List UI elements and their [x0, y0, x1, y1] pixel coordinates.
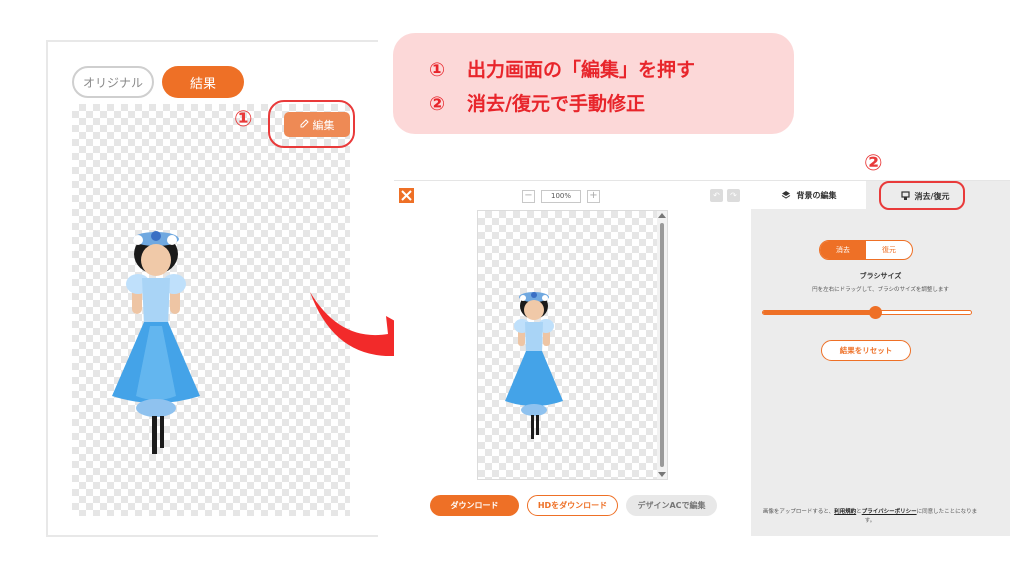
close-icon — [401, 190, 412, 201]
brush-size-slider-fill — [763, 311, 876, 314]
zoom-value: 100% — [541, 189, 581, 203]
tab-original[interactable]: オリジナル — [72, 66, 154, 98]
erase-restore-toggle: 消去 復元 — [819, 240, 913, 260]
tab-background-edit-label: 背景の編集 — [796, 190, 837, 200]
edit-button[interactable]: 編集 — [284, 112, 350, 137]
pencil-icon — [300, 118, 309, 131]
restore-option[interactable]: 復元 — [866, 241, 912, 259]
eraser-icon — [900, 191, 910, 200]
undo-icon[interactable]: ↶ — [710, 189, 723, 202]
brush-size-description: 円を左右にドラッグして、ブラシのサイズを調整します — [812, 287, 949, 293]
step-marker-2: ② — [864, 151, 883, 176]
editor-canvas-frame — [477, 210, 668, 480]
girl-cutout-image-small — [505, 292, 563, 439]
tab-background-edit[interactable]: 背景の編集 — [751, 181, 866, 209]
download-hd-button[interactable]: HDをダウンロード — [527, 495, 618, 516]
editor-window: − 100% + ↶ ↷ ダウンロード HDをダウンロード デザインACで編集 … — [394, 180, 1010, 536]
erase-option[interactable]: 消去 — [820, 241, 866, 259]
brush-size-slider-handle[interactable] — [869, 306, 883, 319]
scroll-down-icon[interactable] — [658, 472, 666, 477]
layers-icon — [781, 191, 790, 199]
canvas-scrollbar[interactable] — [657, 211, 667, 479]
scroll-thumb[interactable] — [660, 223, 664, 467]
zoom-in-button[interactable]: + — [587, 189, 600, 203]
callout-step-1-number: ① — [429, 59, 446, 81]
privacy-policy-link[interactable]: プライバシーポリシー — [862, 509, 917, 515]
history-controls: ↶ ↷ — [710, 189, 740, 202]
terms-prefix: 画像をアップロードすると、 — [762, 509, 835, 515]
editor-canvas[interactable] — [478, 211, 658, 479]
callout-step-1-text: 出力画面の「編集」を押す — [467, 59, 696, 81]
callout-step-2: ② 消去/復元で手動修正 — [429, 89, 645, 116]
brush-size-title: ブラシサイズ — [859, 272, 902, 280]
terms-of-use-link[interactable]: 利用規約 — [834, 509, 856, 515]
close-button[interactable] — [399, 188, 414, 203]
redo-icon[interactable]: ↷ — [727, 189, 740, 202]
scroll-up-icon[interactable] — [658, 213, 666, 218]
zoom-controls: − 100% + — [522, 189, 600, 203]
edit-sidebar: 背景の編集 消去/復元 消去 復元 ブラシサイズ 円を左右にドラッグして、ブラシ… — [751, 181, 1010, 536]
tab-erase-restore[interactable]: 消去/復元 — [879, 183, 971, 209]
instruction-callout: ① 出力画面の「編集」を押す ② 消去/復元で手動修正 — [393, 33, 794, 134]
screenshot-root: オリジナル 結果 編集 ① ① 出力画面の「編集」を押す ② 消去/復元で手動修… — [0, 0, 1024, 576]
callout-step-2-text: 消去/復元で手動修正 — [467, 93, 645, 115]
callout-step-2-number: ② — [429, 93, 446, 115]
reset-result-button[interactable]: 結果をリセット — [821, 340, 911, 361]
design-ac-edit-button[interactable]: デザインACで編集 — [626, 495, 717, 516]
tab-erase-restore-label: 消去/復元 — [914, 191, 950, 201]
edit-button-label: 編集 — [312, 118, 335, 132]
tab-result[interactable]: 結果 — [162, 66, 244, 98]
callout-step-1: ① 出力画面の「編集」を押す — [429, 55, 695, 82]
step-marker-1: ① — [234, 107, 253, 132]
terms-notice: 画像をアップロードすると、利用規約とプライバシーポリシーに同意したことになります… — [759, 508, 981, 526]
download-button[interactable]: ダウンロード — [430, 495, 519, 516]
zoom-out-button[interactable]: − — [522, 189, 535, 203]
brush-size-slider[interactable] — [762, 310, 972, 315]
